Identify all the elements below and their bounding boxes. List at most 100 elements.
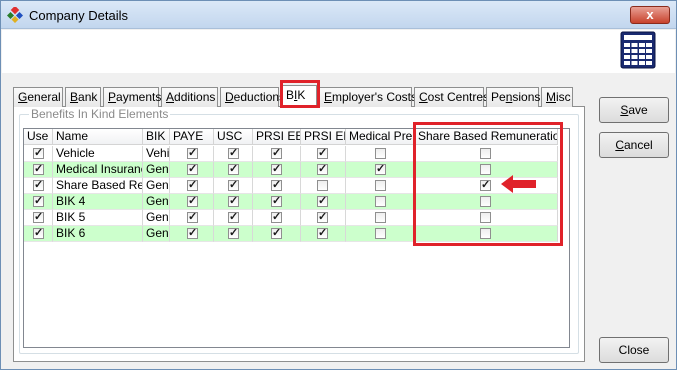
cell-bik[interactable]: Vehi: [143, 146, 170, 162]
column-header-bik[interactable]: BIK: [143, 129, 170, 145]
tab-misc[interactable]: Misc: [541, 87, 573, 107]
cell-bik[interactable]: Gene: [143, 162, 170, 178]
usc-checkbox[interactable]: [228, 178, 239, 193]
medical-checkbox[interactable]: [375, 212, 386, 223]
tab-additions[interactable]: Additions: [161, 87, 218, 107]
tab-employer-s-costs[interactable]: Employer's Costs: [319, 87, 417, 107]
cell-bik[interactable]: Gene: [143, 226, 170, 242]
save-button[interactable]: Save: [599, 97, 669, 123]
tab-payments[interactable]: Payments: [103, 87, 161, 107]
share-checkbox[interactable]: [480, 228, 491, 239]
table-row[interactable]: BIK 6Gene: [24, 226, 558, 242]
usc-checkbox[interactable]: [228, 146, 239, 161]
prsi-er-checkbox[interactable]: [317, 194, 328, 209]
column-header-medical[interactable]: Medical Prem: [346, 129, 415, 145]
use-checkbox[interactable]: [33, 178, 44, 193]
cell-share: [415, 226, 558, 242]
column-header-paye[interactable]: PAYE: [170, 129, 214, 145]
share-checkbox[interactable]: [480, 148, 491, 159]
prsi-ee-checkbox[interactable]: [271, 194, 282, 209]
medical-checkbox[interactable]: [375, 148, 386, 159]
cell-name[interactable]: Share Based Rem: [53, 178, 143, 194]
paye-checkbox[interactable]: [187, 194, 198, 209]
medical-checkbox[interactable]: [375, 228, 386, 239]
usc-checkbox[interactable]: [228, 194, 239, 209]
tab-pensions[interactable]: Pensions: [486, 87, 540, 107]
column-header-use[interactable]: Use: [24, 129, 53, 145]
prsi-ee-checkbox[interactable]: [271, 178, 282, 193]
column-header-share[interactable]: Share Based Remuneration: [415, 129, 558, 145]
window-close-button[interactable]: x: [630, 6, 670, 24]
cell-name[interactable]: Medical Insurance: [53, 162, 143, 178]
group-title: Benefits In Kind Elements: [29, 107, 171, 121]
column-header-name[interactable]: Name: [53, 129, 143, 145]
prsi-er-checkbox[interactable]: [317, 210, 328, 225]
cell-paye: [170, 194, 214, 210]
paye-checkbox[interactable]: [187, 210, 198, 225]
tab-general[interactable]: General: [13, 87, 63, 107]
red-arrow-icon: [501, 175, 536, 193]
tab-deductions[interactable]: Deductions: [220, 87, 285, 107]
use-checkbox[interactable]: [33, 162, 44, 177]
cell-name[interactable]: BIK 5: [53, 210, 143, 226]
tab-cost-centres[interactable]: Cost Centres: [414, 87, 489, 107]
prsi-ee-checkbox[interactable]: [271, 226, 282, 241]
use-checkbox[interactable]: [33, 226, 44, 241]
use-checkbox[interactable]: [33, 194, 44, 209]
prsi-ee-checkbox[interactable]: [271, 162, 282, 177]
cell-name[interactable]: Vehicle: [53, 146, 143, 162]
medical-checkbox[interactable]: [375, 180, 386, 191]
medical-checkbox[interactable]: [375, 162, 386, 177]
paye-checkbox[interactable]: [187, 226, 198, 241]
table-row[interactable]: Share Based RemGene: [24, 178, 558, 194]
tab-bank[interactable]: Bank: [65, 87, 101, 107]
cell-name[interactable]: BIK 6: [53, 226, 143, 242]
share-checkbox[interactable]: [480, 196, 491, 207]
table-row[interactable]: BIK 5Gene: [24, 210, 558, 226]
usc-checkbox[interactable]: [228, 210, 239, 225]
cell-prsi-er: [301, 210, 346, 226]
prsi-ee-checkbox[interactable]: [271, 210, 282, 225]
cell-bik[interactable]: Gene: [143, 194, 170, 210]
cell-use: [24, 226, 53, 242]
cell-usc: [214, 178, 253, 194]
cancel-button[interactable]: Cancel: [599, 132, 669, 158]
cell-usc: [214, 210, 253, 226]
table-row[interactable]: BIK 4Gene: [24, 194, 558, 210]
prsi-er-checkbox[interactable]: [317, 226, 328, 241]
paye-checkbox[interactable]: [187, 162, 198, 177]
paye-checkbox[interactable]: [187, 178, 198, 193]
company-details-window: Company Details x General Bank Payments Add…: [0, 0, 677, 370]
share-checkbox[interactable]: [480, 164, 491, 175]
usc-checkbox[interactable]: [228, 162, 239, 177]
cell-prsi-er: [301, 146, 346, 162]
column-header-prsi-ee[interactable]: PRSI EE: [253, 129, 301, 145]
share-checkbox[interactable]: [480, 212, 491, 223]
table-row[interactable]: VehicleVehi: [24, 146, 558, 162]
table-row[interactable]: Medical InsuranceGene: [24, 162, 558, 178]
use-checkbox[interactable]: [33, 210, 44, 225]
column-header-usc[interactable]: USC: [214, 129, 253, 145]
cell-use: [24, 162, 53, 178]
use-checkbox[interactable]: [33, 146, 44, 161]
cell-use: [24, 146, 53, 162]
prsi-er-checkbox[interactable]: [317, 146, 328, 161]
prsi-er-checkbox[interactable]: [317, 180, 328, 191]
medical-checkbox[interactable]: [375, 196, 386, 207]
column-header-prsi-er[interactable]: PRSI ER: [301, 129, 346, 145]
cell-bik[interactable]: Gene: [143, 210, 170, 226]
cell-name[interactable]: BIK 4: [53, 194, 143, 210]
cell-prsi-ee: [253, 162, 301, 178]
close-button[interactable]: Close: [599, 337, 669, 363]
prsi-ee-checkbox[interactable]: [271, 146, 282, 161]
cell-use: [24, 210, 53, 226]
cell-share: [415, 194, 558, 210]
bik-elements-grid[interactable]: UseNameBIKPAYEUSCPRSI EEPRSI ERMedical P…: [23, 128, 570, 348]
cell-bik[interactable]: Gene: [143, 178, 170, 194]
cell-share: [415, 146, 558, 162]
share-checkbox[interactable]: [480, 178, 491, 193]
prsi-er-checkbox[interactable]: [317, 162, 328, 177]
paye-checkbox[interactable]: [187, 146, 198, 161]
usc-checkbox[interactable]: [228, 226, 239, 241]
tab-bik[interactable]: BIK: [281, 85, 317, 108]
